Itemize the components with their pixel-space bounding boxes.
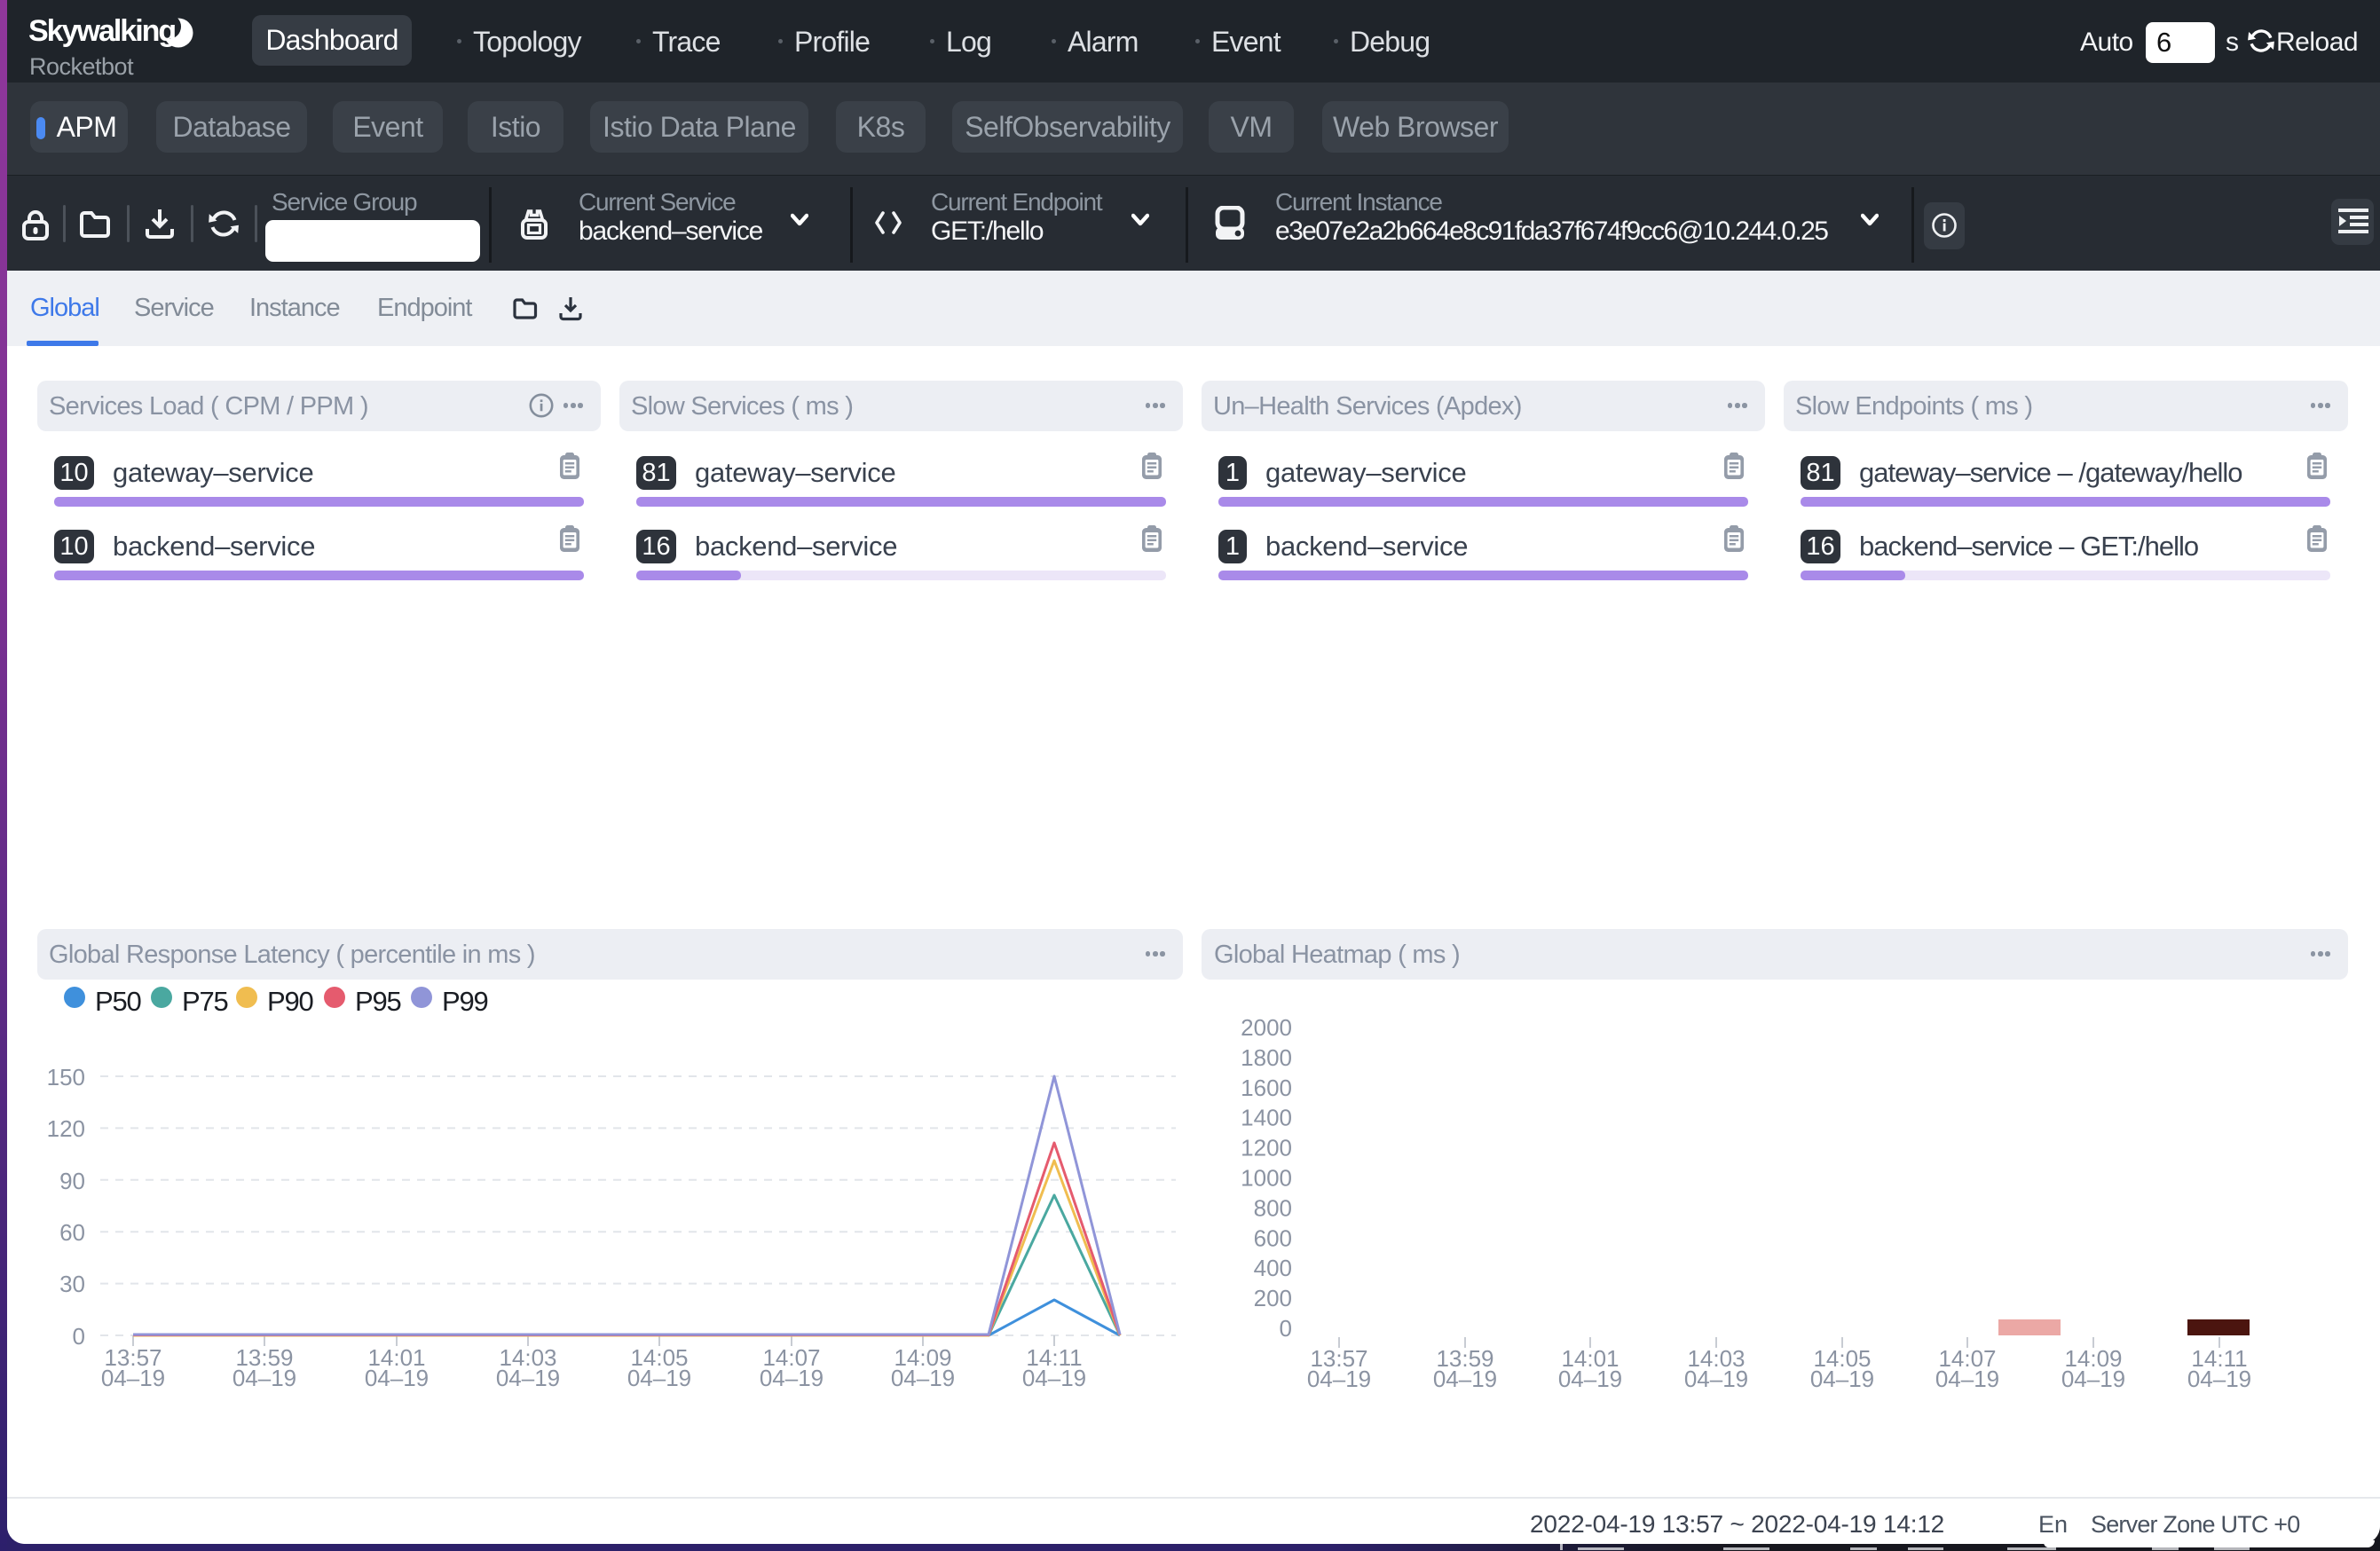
svg-text:04–19: 04–19 bbox=[891, 1365, 955, 1391]
svg-text:1800: 1800 bbox=[1241, 1044, 1292, 1071]
svg-text:04–19: 04–19 bbox=[496, 1365, 560, 1391]
svg-text:04–19: 04–19 bbox=[1433, 1366, 1497, 1392]
svg-text:0: 0 bbox=[73, 1323, 85, 1350]
svg-text:04–19: 04–19 bbox=[1935, 1366, 1999, 1392]
svg-text:04–19: 04–19 bbox=[1810, 1366, 1874, 1392]
svg-text:04–19: 04–19 bbox=[1684, 1366, 1748, 1392]
svg-text:0: 0 bbox=[1280, 1315, 1292, 1342]
svg-text:04–19: 04–19 bbox=[1022, 1365, 1086, 1391]
svg-text:04–19: 04–19 bbox=[2061, 1366, 2125, 1392]
svg-text:800: 800 bbox=[1254, 1194, 1292, 1221]
svg-text:90: 90 bbox=[59, 1168, 85, 1194]
svg-text:04–19: 04–19 bbox=[1307, 1366, 1371, 1392]
svg-text:60: 60 bbox=[59, 1219, 85, 1246]
svg-text:04–19: 04–19 bbox=[101, 1365, 165, 1391]
svg-text:120: 120 bbox=[47, 1115, 85, 1142]
svg-text:2000: 2000 bbox=[1241, 1016, 1292, 1041]
svg-text:400: 400 bbox=[1254, 1255, 1292, 1281]
svg-text:30: 30 bbox=[59, 1271, 85, 1297]
svg-text:600: 600 bbox=[1254, 1224, 1292, 1251]
svg-text:1200: 1200 bbox=[1241, 1135, 1292, 1161]
svg-text:04–19: 04–19 bbox=[232, 1365, 296, 1391]
svg-text:1000: 1000 bbox=[1241, 1165, 1292, 1192]
svg-text:1600: 1600 bbox=[1241, 1075, 1292, 1101]
svg-text:150: 150 bbox=[47, 1064, 85, 1090]
svg-text:200: 200 bbox=[1254, 1285, 1292, 1311]
svg-text:1400: 1400 bbox=[1241, 1105, 1292, 1131]
svg-text:04–19: 04–19 bbox=[1558, 1366, 1622, 1392]
svg-text:04–19: 04–19 bbox=[760, 1365, 824, 1391]
svg-text:04–19: 04–19 bbox=[627, 1365, 691, 1391]
svg-text:04–19: 04–19 bbox=[2187, 1366, 2251, 1392]
svg-text:04–19: 04–19 bbox=[365, 1365, 429, 1391]
